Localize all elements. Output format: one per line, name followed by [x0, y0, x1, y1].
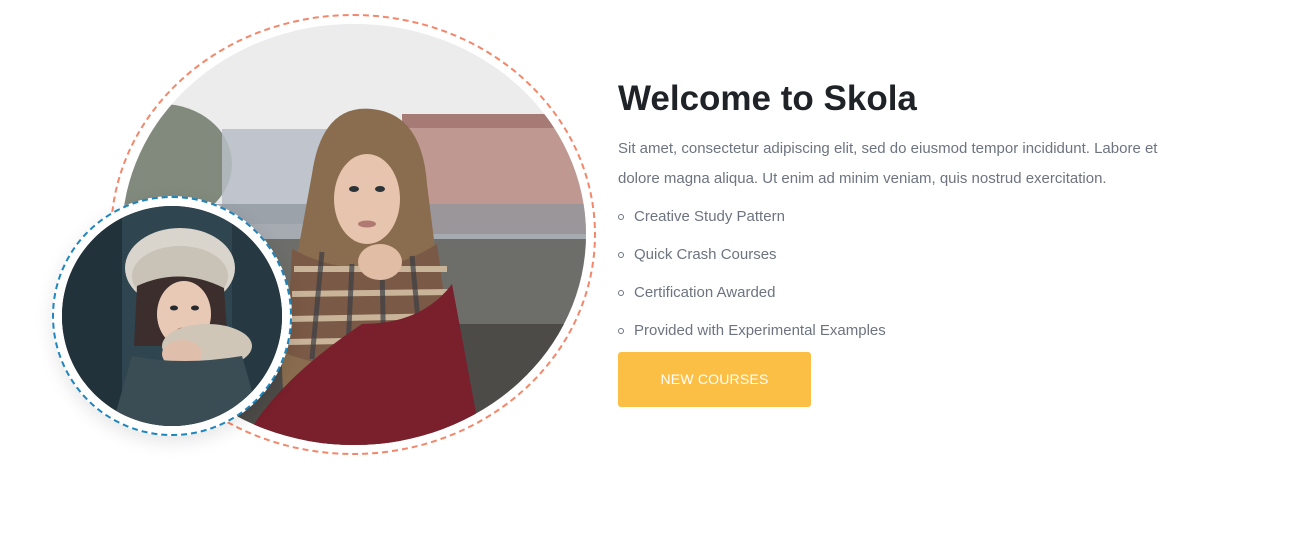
small-photo-woman-fur-hat [62, 206, 282, 426]
circle-bullet-icon [618, 328, 624, 334]
feature-label: Provided with Experimental Examples [634, 322, 886, 339]
about-section: Welcome to Skola Sit amet, consectetur a… [0, 0, 1291, 555]
circle-bullet-icon [618, 214, 624, 220]
section-description: Sit amet, consectetur adipiscing elit, s… [618, 140, 1158, 187]
section-title: Welcome to Skola [618, 79, 917, 118]
circle-bullet-icon [618, 290, 624, 296]
feature-label: Certification Awarded [634, 284, 776, 301]
feature-label: Creative Study Pattern [634, 208, 785, 225]
circle-bullet-icon [618, 252, 624, 258]
feature-list-item: Provided with Experimental Examples [618, 312, 1218, 350]
feature-list: Creative Study Pattern Quick Crash Cours… [618, 198, 1218, 350]
feature-list-item: Quick Crash Courses [618, 236, 1218, 274]
feature-label: Quick Crash Courses [634, 246, 777, 263]
feature-list-item: Certification Awarded [618, 274, 1218, 312]
about-content: Welcome to Skola Sit amet, consectetur a… [618, 76, 1218, 407]
feature-list-item: Creative Study Pattern [618, 198, 1218, 236]
new-courses-button[interactable]: NEW COURSES [618, 352, 811, 407]
